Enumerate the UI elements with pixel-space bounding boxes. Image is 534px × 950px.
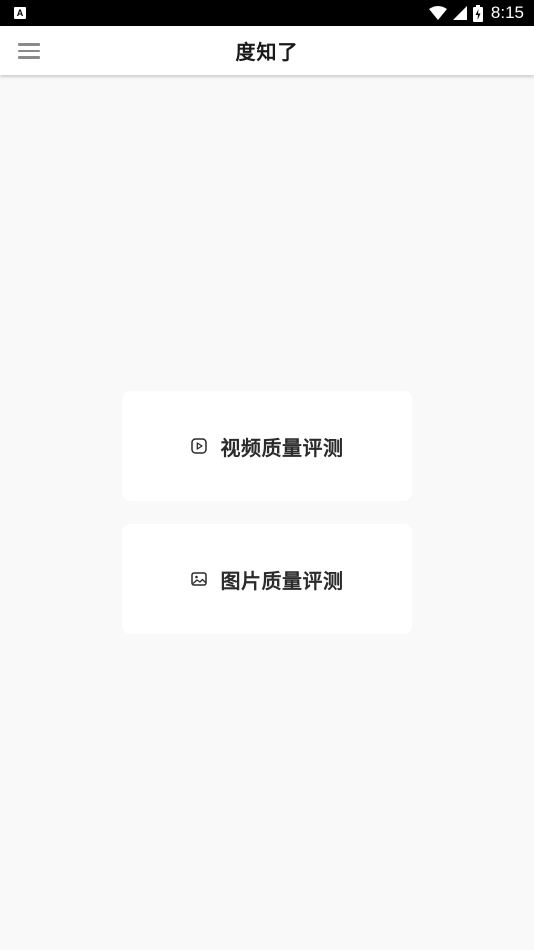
image-icon [190, 571, 207, 587]
cell-signal-icon [452, 6, 467, 20]
wifi-icon [428, 6, 447, 20]
hamburger-menu-icon [18, 43, 40, 46]
status-bar: A 8:15 [0, 0, 534, 26]
video-play-icon [190, 438, 207, 454]
notification-a-icon: A [14, 7, 26, 19]
status-time: 8:15 [490, 3, 524, 22]
video-quality-label: 视频质量评测 [220, 435, 344, 460]
image-quality-card[interactable]: 图片质量评测 [122, 524, 412, 634]
app-bar: 度知了 [0, 26, 534, 75]
image-quality-label: 图片质量评测 [220, 568, 344, 593]
battery-charging-icon [472, 4, 483, 22]
page-title: 度知了 [235, 40, 299, 64]
menu-button[interactable] [18, 39, 44, 63]
video-quality-card[interactable]: 视频质量评测 [122, 391, 412, 501]
